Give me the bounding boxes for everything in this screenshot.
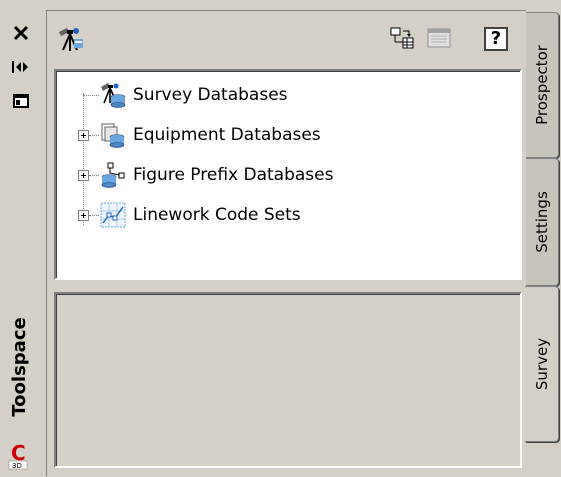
tree-item-equipment-databases[interactable]: Equipment Databases xyxy=(78,119,321,151)
tree-item-linework-code-sets[interactable]: Linework Code Sets xyxy=(78,199,301,231)
expand-toggle[interactable] xyxy=(78,129,89,141)
expand-toggle[interactable] xyxy=(78,209,89,221)
tab-prospector[interactable]: Prospector xyxy=(526,12,559,158)
survey-tree-view[interactable]: Survey Databases Equipment Databases Fig… xyxy=(54,69,522,280)
properties-icon[interactable] xyxy=(8,90,34,112)
toolspace-title-strip: Toolspace C 3D xyxy=(0,0,46,477)
toolspace-title: Toolspace xyxy=(9,317,30,417)
tab-label: Prospector xyxy=(533,45,551,125)
survey-toolbar: ? xyxy=(47,11,525,69)
tree-item-label: Equipment Databases xyxy=(133,125,321,145)
tree-item-label: Figure Prefix Databases xyxy=(133,165,334,185)
tab-survey[interactable]: Survey xyxy=(525,286,559,442)
tree-branch-line xyxy=(89,174,99,176)
svg-text:3D: 3D xyxy=(12,462,22,470)
survey-database-icon xyxy=(99,81,127,109)
tree-item-figure-prefix-databases[interactable]: Figure Prefix Databases xyxy=(78,159,333,191)
tab-label: Settings xyxy=(533,191,551,253)
tree-branch-line xyxy=(89,134,99,136)
figure-prefix-database-icon xyxy=(99,161,127,189)
tab-label: Survey xyxy=(532,337,551,391)
auto-hide-icon[interactable] xyxy=(8,56,34,78)
linework-code-set-icon xyxy=(99,201,127,229)
item-view-pane[interactable] xyxy=(54,292,522,468)
tab-settings[interactable]: Settings xyxy=(526,158,559,286)
close-icon[interactable] xyxy=(8,22,34,44)
toolspace-tab-strip: Prospector Settings Survey xyxy=(525,0,561,477)
tree-item-label: Linework Code Sets xyxy=(133,205,301,225)
help-icon: ? xyxy=(484,27,508,51)
tree-branch-line xyxy=(89,214,99,216)
equipment-database-icon xyxy=(99,121,127,149)
surveyor-icon[interactable] xyxy=(55,24,85,54)
toolspace-window: Toolspace C 3D ? Survey Databases Equipm… xyxy=(0,0,561,477)
help-button[interactable]: ? xyxy=(481,24,511,54)
expand-toggle[interactable] xyxy=(78,169,89,181)
survey-panel: ? Survey Databases Equipment Databases F… xyxy=(46,10,526,476)
panel-view-icon[interactable] xyxy=(425,24,455,54)
import-events-icon[interactable] xyxy=(387,24,417,54)
civil3d-logo: C 3D xyxy=(7,440,33,470)
tree-item-label: Survey Databases xyxy=(133,85,288,105)
tree-item-survey-databases[interactable]: Survey Databases xyxy=(83,79,288,111)
tree-branch-line xyxy=(83,94,99,96)
